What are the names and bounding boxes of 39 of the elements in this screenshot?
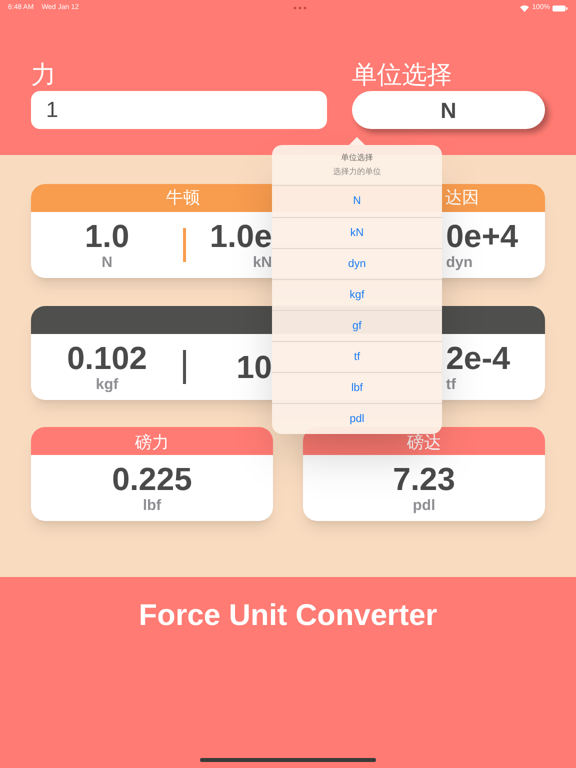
- unit-text: pdl: [412, 497, 436, 515]
- value-text: 2e-4: [446, 340, 510, 376]
- unit-text: kN: [252, 254, 272, 272]
- divider: [183, 350, 186, 384]
- value-text: 7.23: [392, 461, 456, 497]
- field-label: 单位选择: [352, 60, 453, 91]
- battery-icon: [552, 4, 568, 12]
- wifi-icon: [520, 4, 530, 12]
- field-label: 力: [31, 60, 57, 91]
- unit-select-button[interactable]: N: [352, 91, 545, 129]
- card-title: 磅达: [407, 432, 441, 454]
- unit-option[interactable]: N: [272, 186, 442, 217]
- unit-text: N: [102, 254, 112, 272]
- value-text: 1.0e: [210, 218, 272, 254]
- value-text: 1.0: [84, 218, 130, 254]
- unit-option[interactable]: lbf: [272, 372, 442, 403]
- unit-option[interactable]: gf: [272, 310, 442, 341]
- unit-text: tf: [446, 376, 456, 394]
- divider: [183, 228, 186, 262]
- value-text: 10: [236, 349, 272, 385]
- unit-option[interactable]: dyn: [272, 248, 442, 279]
- more-icon[interactable]: [292, 6, 306, 10]
- app-title: Force Unit Converter: [138, 598, 438, 634]
- value-text: 0.102: [66, 340, 148, 376]
- popover-title: 单位选择: [341, 152, 373, 164]
- unit-option[interactable]: kN: [272, 217, 442, 248]
- card-title: 牛顿: [166, 187, 200, 210]
- card-title: 达因: [445, 187, 479, 210]
- force-input[interactable]: 1: [31, 91, 327, 129]
- popover-subtitle: 选择力的单位: [333, 166, 381, 178]
- card-title: 磅力: [135, 432, 169, 454]
- unit-option[interactable]: kgf: [272, 279, 442, 310]
- unit-option[interactable]: tf: [272, 341, 442, 372]
- unit-option[interactable]: pdl: [272, 403, 442, 434]
- value-text: 0e+4: [446, 218, 518, 254]
- value-text: 0.225: [112, 461, 192, 497]
- unit-text: lbf: [142, 497, 162, 515]
- unit-text: dyn: [446, 254, 473, 272]
- unit-text: kgf: [96, 376, 118, 394]
